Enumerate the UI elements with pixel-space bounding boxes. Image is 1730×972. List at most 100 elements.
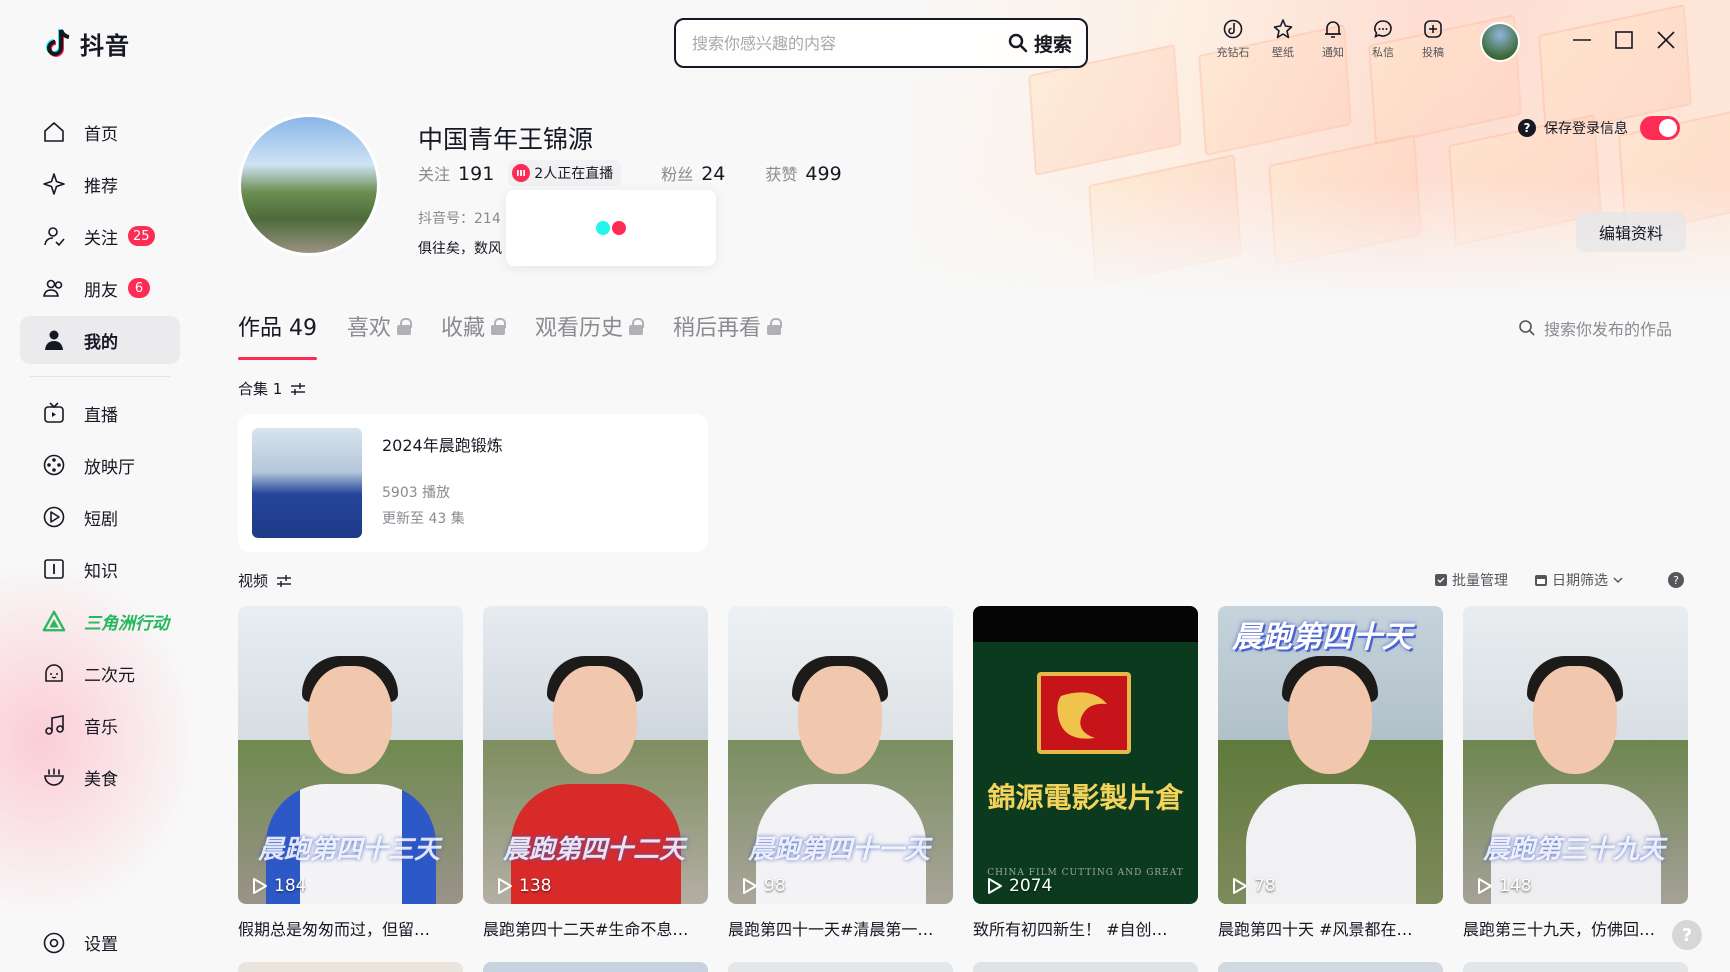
video-plays: 98 — [742, 876, 786, 896]
sidebar-item-live[interactable]: 直播 — [20, 389, 180, 437]
sidebar-item-short-drama[interactable]: 短剧 — [20, 493, 180, 541]
video-caption: 晨跑第四十二天#生命不息… — [483, 920, 689, 939]
upload-button[interactable]: 投稿 — [1418, 18, 1448, 60]
edit-profile-button[interactable]: 编辑资料 — [1576, 212, 1686, 252]
sidebar-item-cinema[interactable]: 放映厅 — [20, 441, 180, 489]
play-stack-icon — [43, 506, 65, 528]
video-card-peek — [728, 962, 953, 972]
live-now-pill[interactable]: 2人正在直播 — [508, 160, 622, 186]
video-card-peek — [238, 962, 463, 972]
maximize-button[interactable] — [1614, 30, 1634, 50]
video-card-peek — [1463, 962, 1688, 972]
video-caption: 晨跑第四十天 #风景都在… — [1218, 920, 1413, 939]
studio-logo-icon — [1037, 672, 1131, 754]
wallpaper-label: 壁纸 — [1272, 46, 1294, 59]
video-plays: 2074 — [987, 876, 1052, 896]
sidebar-item-following[interactable]: 关注 25 — [20, 212, 180, 260]
sidebar-item-recommend[interactable]: 推荐 — [20, 160, 180, 208]
collections-header: 合集 1 — [238, 378, 306, 399]
profile-avatar[interactable] — [238, 114, 380, 256]
lock-icon — [491, 318, 507, 335]
app-logo[interactable]: 抖音 — [44, 26, 130, 61]
minimize-button[interactable] — [1572, 30, 1592, 50]
search-button[interactable]: 搜索 — [1008, 30, 1086, 57]
profile-stats: 关注 191 2人正在直播 粉丝 24 获赞 499 — [418, 160, 842, 186]
video-caption: 晨跑第三十九天，仿佛回… — [1463, 920, 1656, 939]
video-overlay-text: 晨跑第四十天 — [1232, 620, 1412, 655]
help-icon[interactable]: ? — [1668, 572, 1684, 588]
floating-help-button[interactable]: ? — [1672, 920, 1702, 950]
video-card[interactable]: 錦源電影製片倉 CHINA FILM CUTTING AND GREAT 207… — [973, 606, 1198, 940]
wallpaper-button[interactable]: 壁纸 — [1268, 18, 1298, 60]
play-icon — [988, 878, 1002, 894]
live-icon — [512, 164, 531, 182]
collection-card[interactable]: 2024年晨跑锻炼 5903 播放 更新至 43 集 — [238, 414, 708, 552]
sidebar-item-label: 直播 — [84, 405, 118, 426]
settings-label: 设置 — [84, 935, 118, 955]
loading-popover — [506, 190, 716, 266]
tab-works[interactable]: 作品 49 — [238, 306, 317, 360]
video-thumbnail: 晨跑第四十三天 184 — [238, 606, 463, 904]
recharge-button[interactable]: 充钻石 — [1217, 18, 1250, 60]
loading-dot-cyan — [596, 221, 610, 235]
search-input[interactable] — [676, 33, 1008, 53]
settings-button[interactable]: 设置 — [42, 930, 118, 955]
video-card[interactable]: 晨跑第四十天 78 晨跑第四十天 #风景都在… — [1218, 606, 1443, 940]
calendar-icon — [1535, 575, 1547, 586]
sidebar-item-label: 短剧 — [84, 509, 118, 530]
sidebar-item-knowledge[interactable]: 知识 — [20, 545, 180, 593]
works-search[interactable]: 搜索你发布的作品 — [1518, 316, 1672, 340]
gear-icon — [43, 932, 65, 953]
tab-favorites[interactable]: 收藏 — [441, 306, 507, 346]
sidebar-item-delta-force[interactable]: 三角洲行动 — [20, 597, 180, 645]
close-button[interactable] — [1656, 30, 1676, 50]
friends-icon — [43, 279, 63, 297]
search-button-label: 搜索 — [1033, 33, 1072, 56]
date-filter-dropdown[interactable]: 日期筛选 — [1534, 570, 1624, 590]
user-avatar[interactable] — [1480, 22, 1520, 62]
sidebar-item-me[interactable]: 我的 — [20, 316, 180, 364]
live-now-label: 2人正在直播 — [534, 166, 614, 182]
play-icon — [743, 878, 757, 894]
video-card-peek — [483, 962, 708, 972]
sidebar-item-friends[interactable]: 朋友 6 — [20, 264, 180, 312]
sidebar-item-food[interactable]: 美食 — [20, 753, 180, 801]
video-card-peek — [1218, 962, 1443, 972]
video-card[interactable]: 晨跑第三十九天 148 晨跑第三十九天，仿佛回… — [1463, 606, 1688, 940]
tab-likes[interactable]: 喜欢 — [347, 306, 413, 346]
help-icon[interactable]: ? — [1518, 119, 1536, 137]
upload-icon — [1424, 20, 1442, 38]
following-stat[interactable]: 关注 191 — [418, 161, 494, 185]
sidebar-item-label: 首页 — [84, 124, 118, 145]
save-login-setting: ? 保存登录信息 — [1518, 116, 1680, 140]
book-icon — [44, 559, 64, 579]
video-card[interactable]: 晨跑第四十三天 184 假期总是匆匆而过，但留… — [238, 606, 463, 940]
batch-manage-button[interactable]: 批量管理 — [1434, 570, 1508, 590]
sort-icon[interactable] — [276, 574, 292, 588]
batch-manage-label: 批量管理 — [1452, 573, 1508, 589]
video-thumbnail: 錦源電影製片倉 CHINA FILM CUTTING AND GREAT 207… — [973, 606, 1198, 904]
tab-watch-later[interactable]: 稍后再看 — [673, 306, 783, 346]
date-filter-label: 日期筛选 — [1552, 573, 1608, 589]
minimize-icon — [1573, 39, 1591, 41]
sidebar-item-home[interactable]: 首页 — [20, 108, 180, 156]
sidebar-item-anime[interactable]: 二次元 — [20, 649, 180, 697]
sparkle-icon — [43, 173, 65, 195]
video-card[interactable]: 晨跑第四十一天 98 晨跑第四十一天#清晨第一… — [728, 606, 953, 940]
video-card-peek — [973, 962, 1198, 972]
douyin-id: 抖音号：214 — [418, 211, 501, 227]
sort-icon[interactable] — [290, 382, 306, 396]
video-card[interactable]: 晨跑第四十二天 138 晨跑第四十二天#生命不息… — [483, 606, 708, 940]
save-login-toggle[interactable] — [1640, 116, 1680, 140]
notification-button[interactable]: 通知 — [1318, 18, 1348, 60]
anime-icon — [45, 664, 63, 682]
tab-history[interactable]: 观看历史 — [535, 306, 645, 346]
video-caption: 晨跑第四十一天#清晨第一… — [728, 920, 934, 939]
sidebar-item-music[interactable]: 音乐 — [20, 701, 180, 749]
sidebar: 首页 推荐 关注 25 朋友 6 我的 直播 放映厅 短剧 知识 三角洲行动 二… — [20, 108, 180, 805]
diamond-icon — [1223, 19, 1243, 39]
fans-stat[interactable]: 粉丝 24 — [661, 161, 725, 185]
message-button[interactable]: 私信 — [1368, 18, 1398, 60]
batch-icon — [1435, 574, 1447, 586]
food-icon — [44, 768, 64, 786]
